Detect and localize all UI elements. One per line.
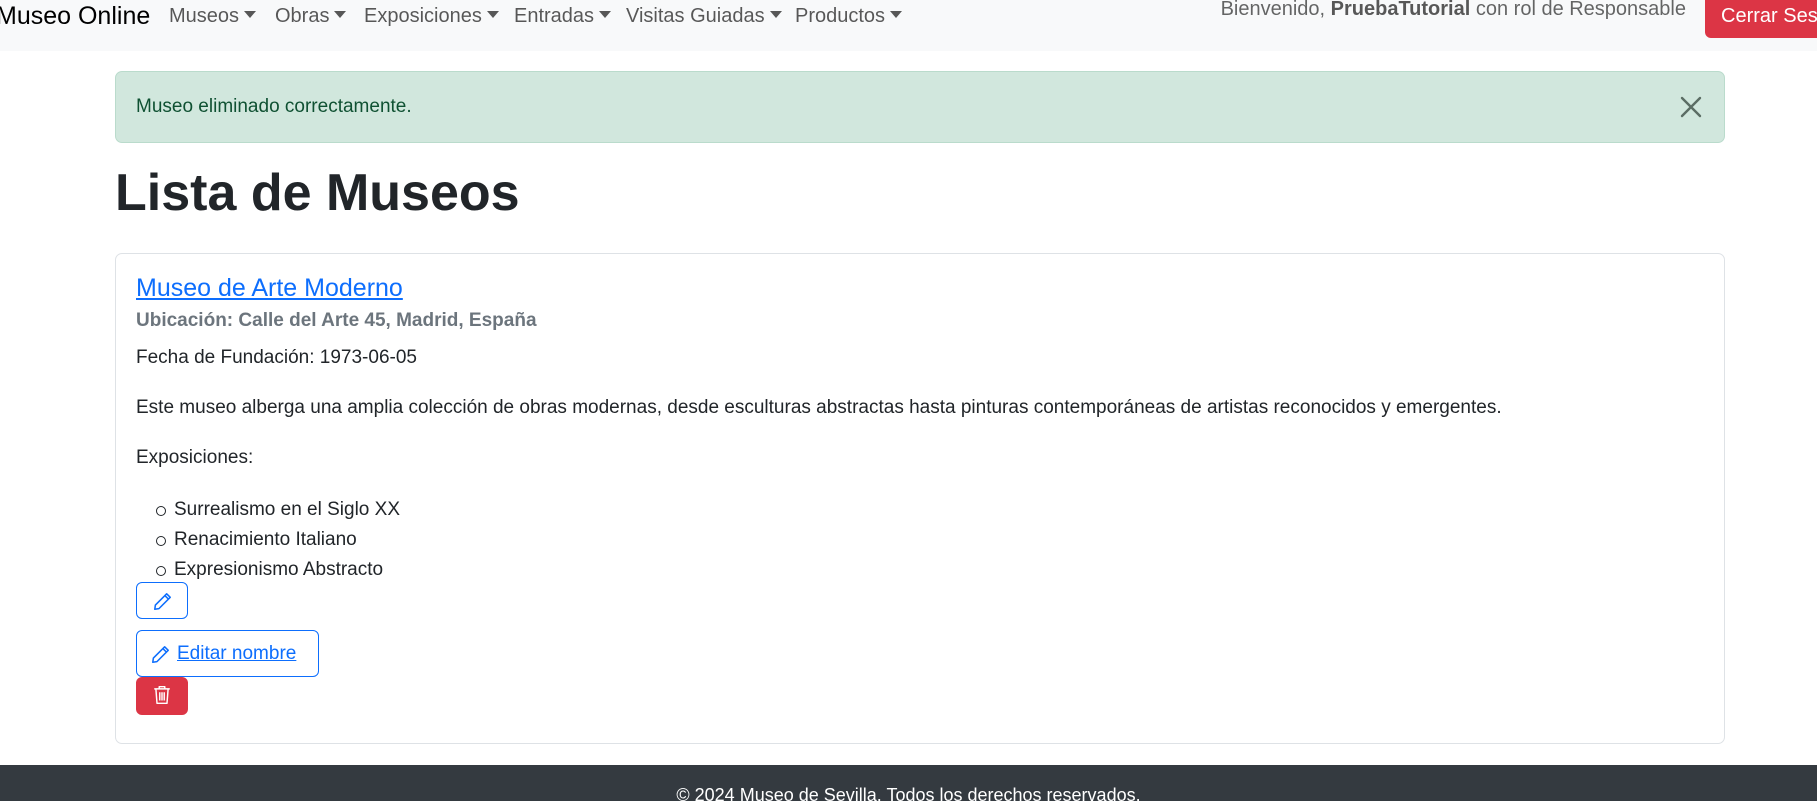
caret-down-icon — [486, 11, 499, 18]
welcome-text: Bienvenido, PruebaTutorial con rol de Re… — [1221, 0, 1686, 21]
museum-founded: Fecha de Fundación: 1973-06-05 — [136, 347, 417, 368]
trash-icon — [154, 685, 170, 705]
nav-menu-productos[interactable]: Productos — [795, 5, 903, 28]
caret-down-icon — [334, 11, 347, 18]
nav-menu-entradas[interactable]: Entradas — [514, 5, 612, 28]
nav-menu-label: Obras — [275, 5, 330, 27]
museum-card: Museo de Arte Moderno Ubicación: Calle d… — [115, 253, 1725, 744]
nav-menu-label: Exposiciones — [364, 5, 482, 27]
alert-message: Museo eliminado correctamente. — [136, 96, 412, 117]
nav-menu-museos[interactable]: Museos — [169, 5, 257, 28]
brand-link[interactable]: Museo Online — [0, 2, 150, 31]
exhibitions-list: Surrealismo en el Siglo XX Renacimiento … — [156, 495, 400, 585]
welcome-suffix: con rol de Responsable — [1470, 0, 1686, 20]
pencil-icon — [154, 593, 171, 610]
museum-description: Este museo alberga una amplia colección … — [136, 397, 1502, 418]
museum-name-link[interactable]: Museo de Arte Moderno — [136, 274, 403, 303]
caret-down-icon — [890, 11, 903, 18]
museum-location: Ubicación: Calle del Arte 45, Madrid, Es… — [136, 310, 537, 331]
list-item: Renacimiento Italiano — [156, 525, 400, 555]
navbar: Museo Online Museos Obras Exposiciones E… — [0, 0, 1817, 51]
list-item: Expresionismo Abstracto — [156, 555, 400, 585]
welcome-prefix: Bienvenido, — [1220, 0, 1331, 20]
nav-menu-label: Entradas — [514, 5, 595, 27]
nav-menu-label: Museos — [169, 5, 240, 27]
page-title: Lista de Museos — [115, 164, 520, 222]
list-item: Surrealismo en el Siglo XX — [156, 495, 400, 525]
caret-down-icon — [244, 11, 257, 18]
caret-down-icon — [769, 11, 782, 18]
username: PruebaTutorial — [1330, 0, 1471, 20]
exhibitions-label: Exposiciones: — [136, 447, 254, 468]
edit-museum-button[interactable] — [136, 582, 188, 619]
delete-museum-button[interactable] — [136, 677, 188, 715]
edit-name-label: Editar nombre — [177, 643, 297, 664]
footer-text: © 2024 Museo de Sevilla. Todos los derec… — [676, 785, 1141, 801]
nav-menu-label: Productos — [795, 5, 886, 27]
nav-menu-visitas-guiadas[interactable]: Visitas Guiadas — [626, 5, 782, 28]
pencil-icon — [152, 646, 169, 663]
logout-button[interactable]: Cerrar Sesión — [1705, 0, 1817, 38]
nav-menu-label: Visitas Guiadas — [626, 5, 765, 27]
nav-menu-obras[interactable]: Obras — [275, 5, 347, 28]
footer: © 2024 Museo de Sevilla. Todos los derec… — [0, 765, 1817, 801]
success-alert: Museo eliminado correctamente. — [115, 71, 1725, 143]
nav-menu-exposiciones[interactable]: Exposiciones — [364, 5, 499, 28]
edit-name-button[interactable]: Editar nombre — [136, 630, 319, 677]
close-icon[interactable] — [1676, 92, 1706, 122]
caret-down-icon — [599, 11, 612, 18]
